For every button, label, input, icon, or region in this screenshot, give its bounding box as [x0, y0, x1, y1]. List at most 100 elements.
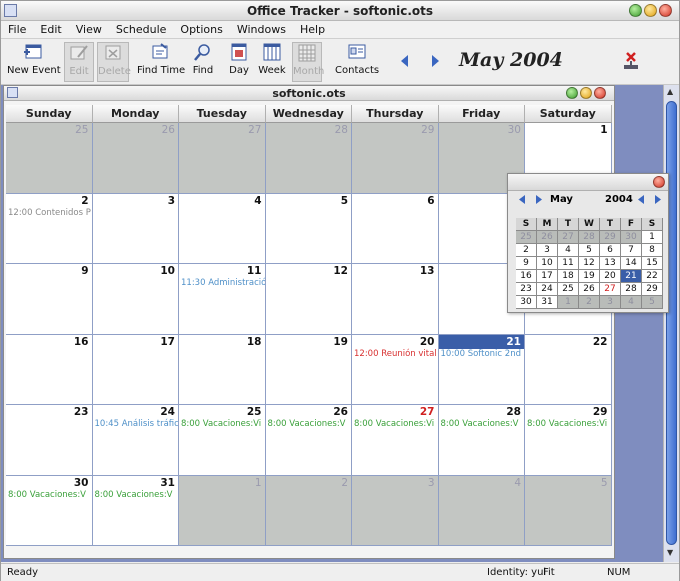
maximize-button[interactable]	[629, 4, 642, 17]
day-cell[interactable]: 13	[352, 264, 439, 335]
edit-button[interactable]: Edit	[64, 42, 94, 82]
mini-next-month-icon[interactable]	[534, 194, 544, 205]
mini-day[interactable]: 2	[579, 296, 600, 309]
mini-day[interactable]: 3	[537, 244, 558, 257]
menu-file[interactable]: File	[1, 21, 33, 38]
day-cell[interactable]: 17	[92, 334, 179, 405]
mini-day[interactable]: 6	[600, 244, 621, 257]
day-cell[interactable]: 26	[92, 123, 179, 194]
day-cell-selected[interactable]: 21 10:00 Softonic 2nd	[438, 334, 525, 405]
calendar-event[interactable]: 8:00 Vacaciones:V	[441, 419, 519, 429]
day-cell[interactable]: 28 8:00 Vacaciones:V	[438, 405, 525, 476]
day-cell[interactable]: 2	[265, 475, 352, 546]
doc-minimize-button[interactable]	[580, 87, 592, 99]
doc-maximize-button[interactable]	[566, 87, 578, 99]
mini-day[interactable]: 30	[621, 231, 642, 244]
document-title-bar[interactable]: softonic.ots	[4, 86, 614, 101]
day-cell[interactable]: 5	[525, 475, 612, 546]
day-cell[interactable]: 30 8:00 Vacaciones:V	[6, 475, 93, 546]
day-cell[interactable]: 27 8:00 Vacaciones:Vi	[352, 405, 439, 476]
day-cell[interactable]: 25 8:00 Vacaciones:Vi	[179, 405, 266, 476]
new-event-button[interactable]: New Event	[7, 42, 61, 76]
previous-month-arrow-icon[interactable]	[397, 53, 413, 69]
day-cell[interactable]: 20 12:00 Reunión vital	[352, 334, 439, 405]
day-view-button[interactable]: Day	[227, 42, 251, 76]
mini-next-year-icon[interactable]	[653, 194, 663, 205]
mini-day[interactable]: 19	[579, 270, 600, 283]
mini-day[interactable]: 9	[516, 257, 537, 270]
mini-prev-year-icon[interactable]	[636, 194, 646, 205]
mini-day[interactable]: 25	[558, 283, 579, 296]
day-cell[interactable]: 29	[352, 123, 439, 194]
mini-day[interactable]: 1	[642, 231, 663, 244]
contacts-button[interactable]: Contacts	[335, 42, 379, 76]
scroll-up-icon[interactable]: ▲	[667, 87, 673, 96]
calendar-event[interactable]: 12:00 Contenidos P	[8, 208, 91, 218]
day-cell[interactable]: 9	[6, 264, 93, 335]
doc-close-button[interactable]	[594, 87, 606, 99]
mini-day[interactable]: 29	[642, 283, 663, 296]
calendar-event[interactable]: 10:00 Softonic 2nd	[441, 349, 521, 359]
day-cell[interactable]: 4	[438, 475, 525, 546]
calendar-event[interactable]: 10:45 Análisis tráfic	[95, 419, 179, 429]
mini-day[interactable]: 3	[600, 296, 621, 309]
day-cell[interactable]: 16	[6, 334, 93, 405]
mini-day[interactable]: 11	[558, 257, 579, 270]
mini-day[interactable]: 2	[516, 244, 537, 257]
mini-day[interactable]: 28	[621, 283, 642, 296]
mini-day[interactable]: 31	[537, 296, 558, 309]
find-time-button[interactable]: Find Time	[137, 42, 185, 76]
mini-day[interactable]: 7	[621, 244, 642, 257]
day-cell[interactable]: 26 8:00 Vacaciones:V	[265, 405, 352, 476]
week-view-button[interactable]: Week	[258, 42, 286, 76]
day-cell[interactable]: 3	[352, 475, 439, 546]
mini-day[interactable]: 17	[537, 270, 558, 283]
mini-day[interactable]: 20	[600, 270, 621, 283]
day-cell[interactable]: 2 12:00 Contenidos P	[6, 193, 93, 264]
delete-button[interactable]: Delete	[97, 42, 131, 82]
day-cell[interactable]: 28	[265, 123, 352, 194]
mini-day[interactable]: 4	[621, 296, 642, 309]
menu-help[interactable]: Help	[293, 21, 332, 38]
mini-close-button[interactable]	[653, 176, 665, 188]
day-cell[interactable]: 4	[179, 193, 266, 264]
scrollbar-thumb[interactable]	[666, 101, 677, 545]
mini-day[interactable]: 1	[558, 296, 579, 309]
day-cell[interactable]: 11 11:30 Administración	[179, 264, 266, 335]
close-button[interactable]	[659, 4, 672, 17]
next-month-arrow-icon[interactable]	[427, 53, 443, 69]
menu-schedule[interactable]: Schedule	[109, 21, 174, 38]
mini-day[interactable]: 8	[642, 244, 663, 257]
day-cell[interactable]: 6	[352, 193, 439, 264]
exit-icon[interactable]	[621, 50, 641, 72]
mini-day[interactable]: 30	[516, 296, 537, 309]
day-cell[interactable]: 23	[6, 405, 93, 476]
calendar-event[interactable]: 8:00 Vacaciones:V	[95, 490, 173, 500]
find-button[interactable]: Find	[191, 42, 215, 76]
menu-options[interactable]: Options	[173, 21, 229, 38]
mini-day[interactable]: 15	[642, 257, 663, 270]
day-cell[interactable]: 1	[179, 475, 266, 546]
mini-day[interactable]: 16	[516, 270, 537, 283]
mini-prev-month-icon[interactable]	[517, 194, 527, 205]
mini-calendar-title-bar[interactable]	[508, 174, 668, 191]
day-cell[interactable]: 24 10:45 Análisis tráfic	[92, 405, 179, 476]
mini-day[interactable]: 5	[642, 296, 663, 309]
mini-day[interactable]: 23	[516, 283, 537, 296]
day-cell[interactable]: 10	[92, 264, 179, 335]
mini-day[interactable]: 12	[579, 257, 600, 270]
month-view-button[interactable]: Month	[292, 42, 324, 82]
minimize-button[interactable]	[644, 4, 657, 17]
mini-day[interactable]: 13	[600, 257, 621, 270]
mini-day[interactable]: 10	[537, 257, 558, 270]
menu-view[interactable]: View	[69, 21, 109, 38]
calendar-event[interactable]: 8:00 Vacaciones:Vi	[354, 419, 434, 429]
menu-windows[interactable]: Windows	[230, 21, 293, 38]
day-cell[interactable]: 18	[179, 334, 266, 405]
calendar-event[interactable]: 8:00 Vacaciones:V	[8, 490, 86, 500]
calendar-event[interactable]: 11:30 Administración	[181, 278, 265, 288]
mini-day[interactable]: 28	[579, 231, 600, 244]
day-cell[interactable]: 29 8:00 Vacaciones:Vi	[525, 405, 612, 476]
day-cell[interactable]: 25	[6, 123, 93, 194]
calendar-event[interactable]: 12:00 Reunión vital	[354, 349, 437, 359]
